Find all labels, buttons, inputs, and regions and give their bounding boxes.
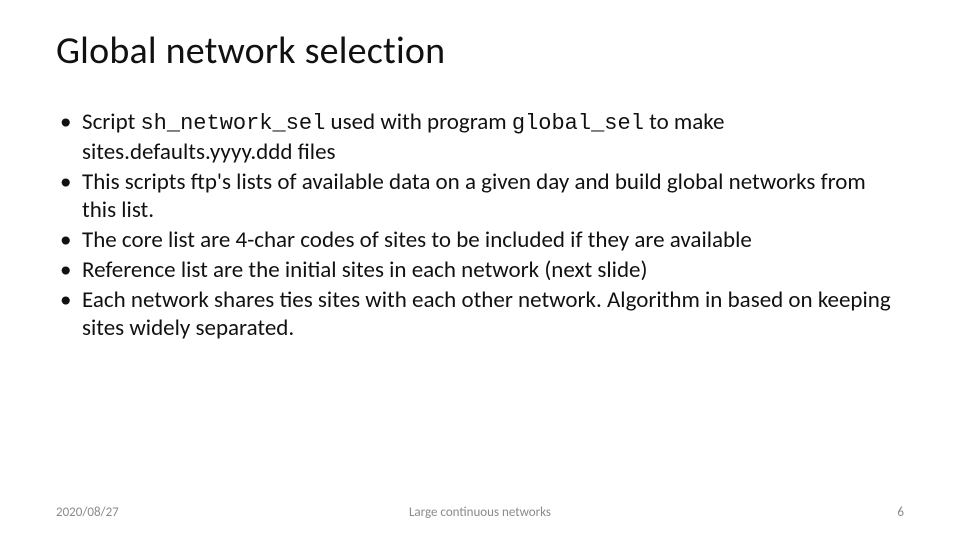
slide-title: Global network selection (56, 28, 904, 74)
bullet-text: This scripts ftp's lists of available da… (82, 168, 866, 224)
slide-footer: 2020/08/27 Large continuous networks 6 (0, 505, 960, 520)
footer-date: 2020/08/27 (56, 505, 119, 520)
bullet-text: used with program (325, 108, 512, 136)
footer-title: Large continuous networks (0, 505, 960, 520)
footer-page-number: 6 (897, 505, 904, 520)
bullet-item: Script sh_network_sel used with program … (56, 108, 904, 166)
slide-content: Script sh_network_sel used with program … (56, 108, 904, 342)
bullet-text: Each network shares ties sites with each… (82, 286, 891, 342)
bullet-text: Script (82, 108, 140, 136)
code-span: sh_network_sel (140, 111, 325, 136)
code-span: global_sel (512, 111, 644, 136)
slide: Global network selection Script sh_netwo… (0, 0, 960, 540)
bullet-item: The core list are 4-char codes of sites … (56, 226, 904, 254)
bullet-item: Reference list are the initial sites in … (56, 256, 904, 284)
bullet-item: This scripts ftp's lists of available da… (56, 168, 904, 224)
bullet-text: Reference list are the initial sites in … (82, 256, 647, 284)
bullet-item: Each network shares ties sites with each… (56, 286, 904, 342)
bullet-text: The core list are 4-char codes of sites … (82, 226, 752, 254)
bullet-list: Script sh_network_sel used with program … (56, 108, 904, 342)
